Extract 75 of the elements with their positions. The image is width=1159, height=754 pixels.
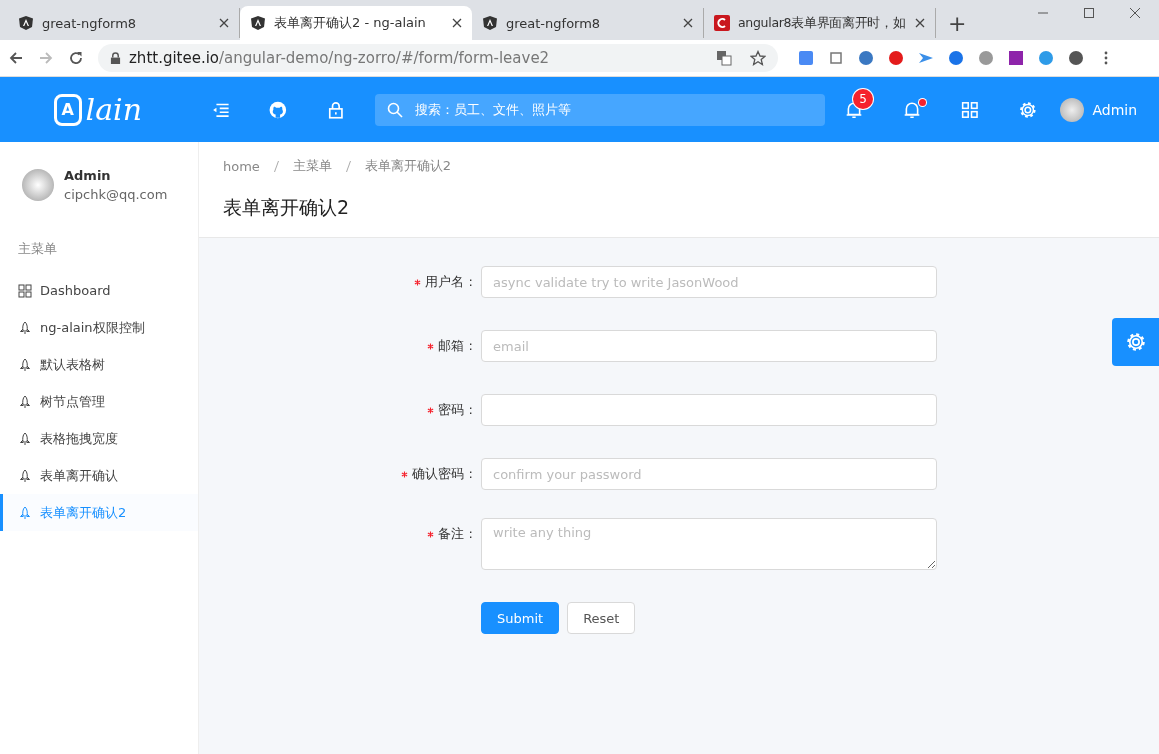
translate-icon[interactable] (716, 50, 732, 66)
dashboard-icon (18, 283, 32, 298)
github-icon[interactable] (269, 100, 288, 119)
settings-icon (1125, 332, 1146, 352)
field-label: 用户名 : (425, 273, 473, 291)
extension-icon[interactable] (1008, 50, 1024, 66)
angular-shield-icon (250, 15, 266, 31)
rocket-icon (18, 468, 32, 483)
angular-shield-icon (18, 15, 34, 31)
rocket-icon (18, 505, 32, 520)
user-email: cipchk@qq.com (64, 187, 168, 202)
close-icon[interactable] (683, 18, 693, 28)
new-tab-button[interactable]: + (944, 11, 971, 36)
rocket-icon (18, 394, 32, 409)
bell-icon[interactable] (903, 100, 921, 119)
browser-tab[interactable]: 表单离开确认2 - ng-alain (240, 6, 472, 40)
close-icon[interactable] (1129, 7, 1141, 19)
back-arrow-icon[interactable] (8, 50, 24, 66)
browser-tab[interactable]: angular8表单界面离开时，如 (704, 8, 936, 38)
menu-item[interactable]: 表格拖拽宽度 (0, 420, 198, 457)
extension-icon[interactable] (948, 50, 964, 66)
app-grid-icon[interactable] (961, 100, 979, 119)
tab-title: 表单离开确认2 - ng-alain (274, 14, 427, 32)
rocket-icon (18, 357, 32, 372)
search-icon (386, 101, 403, 118)
rocket-icon (18, 431, 32, 446)
maximize-icon[interactable] (1083, 7, 1095, 19)
extension-icon[interactable] (1038, 50, 1054, 66)
settings-drawer-button[interactable] (1112, 318, 1159, 366)
extension-icon[interactable] (798, 50, 814, 66)
tab-title: angular8表单界面离开时，如 (738, 14, 907, 32)
address-bar[interactable]: zhtt.gitee.io/angular-demo/ng-zorro/#/form/form-leave2 (98, 44, 778, 72)
profile-icon[interactable] (1068, 50, 1084, 66)
menu-item[interactable]: 树节点管理 (0, 383, 198, 420)
input-field[interactable] (481, 394, 937, 426)
field-label: 密码 : (438, 401, 473, 419)
page-title: 表单离开确认2 (223, 195, 351, 220)
url-text: zhtt.gitee.io/angular-demo/ng-zorro/#/form/form-leave2 (129, 49, 550, 67)
breadcrumb-item[interactable]: home (223, 158, 260, 174)
menu-item[interactable]: Dashboard (0, 272, 198, 309)
text-area[interactable]: write any thing (481, 518, 937, 570)
star-icon[interactable] (750, 50, 766, 66)
tab-title: great-ngform8 (42, 15, 138, 31)
lock-icon (110, 51, 121, 65)
c-logo-icon (714, 15, 730, 31)
notification-badge: 5 (853, 88, 873, 109)
extension-icon[interactable] (858, 50, 874, 66)
extension-icon[interactable] (888, 50, 904, 66)
menu-item[interactable]: ng-alain权限控制 (0, 309, 198, 346)
breadcrumb-item[interactable]: 主菜单 (292, 157, 332, 175)
menu-group-title: 主菜单 (17, 240, 58, 258)
avatar (1060, 97, 1085, 122)
rocket-icon (18, 320, 32, 335)
reset-button[interactable]: Reset (567, 602, 636, 634)
tab-title: great-ngform8 (506, 15, 602, 31)
field-label: 备注 : (438, 525, 473, 543)
close-icon[interactable] (219, 18, 229, 28)
menu-item[interactable]: 表单离开确认 (0, 457, 198, 494)
close-icon[interactable] (915, 18, 925, 28)
settings-icon[interactable] (1018, 100, 1037, 119)
field-label: 邮箱 : (438, 337, 473, 355)
lock-icon[interactable] (327, 100, 345, 119)
close-icon[interactable] (452, 18, 462, 28)
user-name: Admin (64, 168, 112, 183)
input-field[interactable]: email (481, 330, 937, 362)
field-label: 确认密码 : (412, 465, 473, 483)
reload-icon[interactable] (68, 50, 84, 66)
menu-item[interactable]: 默认表格树 (0, 346, 198, 383)
extension-icon[interactable] (918, 50, 934, 66)
breadcrumb-item: 表单离开确认2 (364, 157, 452, 175)
input-field[interactable]: async validate try to write JasonWood (481, 266, 937, 298)
input-field[interactable]: confirm your password (481, 458, 937, 490)
browser-tab[interactable]: great-ngform8 (472, 8, 704, 38)
avatar (22, 169, 54, 201)
angular-shield-icon (482, 15, 498, 31)
